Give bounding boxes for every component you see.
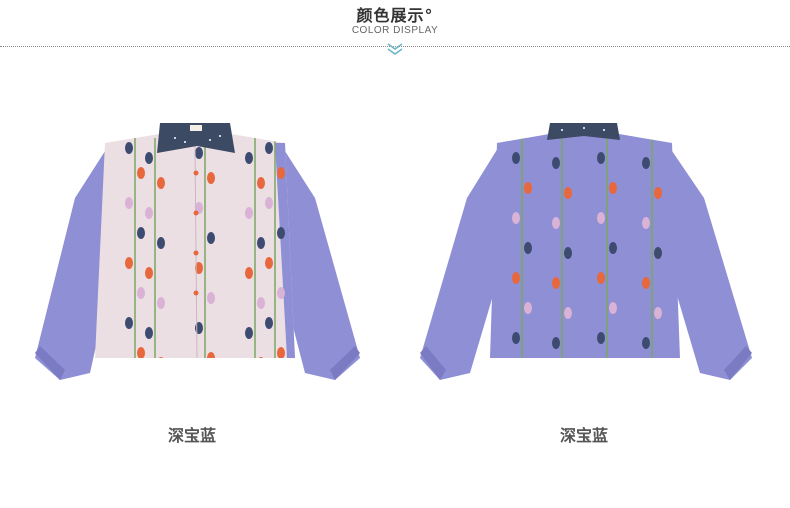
double-chevron-down-icon xyxy=(387,43,403,55)
shirt-front-image xyxy=(35,123,360,380)
section-subtitle: COLOR DISPLAY xyxy=(351,25,439,36)
shirt-back-image xyxy=(420,123,752,380)
section-title: 颜色展示° xyxy=(356,6,434,25)
front-color-label: 深宝蓝 xyxy=(167,426,216,445)
back-color-label: 深宝蓝 xyxy=(559,426,608,445)
